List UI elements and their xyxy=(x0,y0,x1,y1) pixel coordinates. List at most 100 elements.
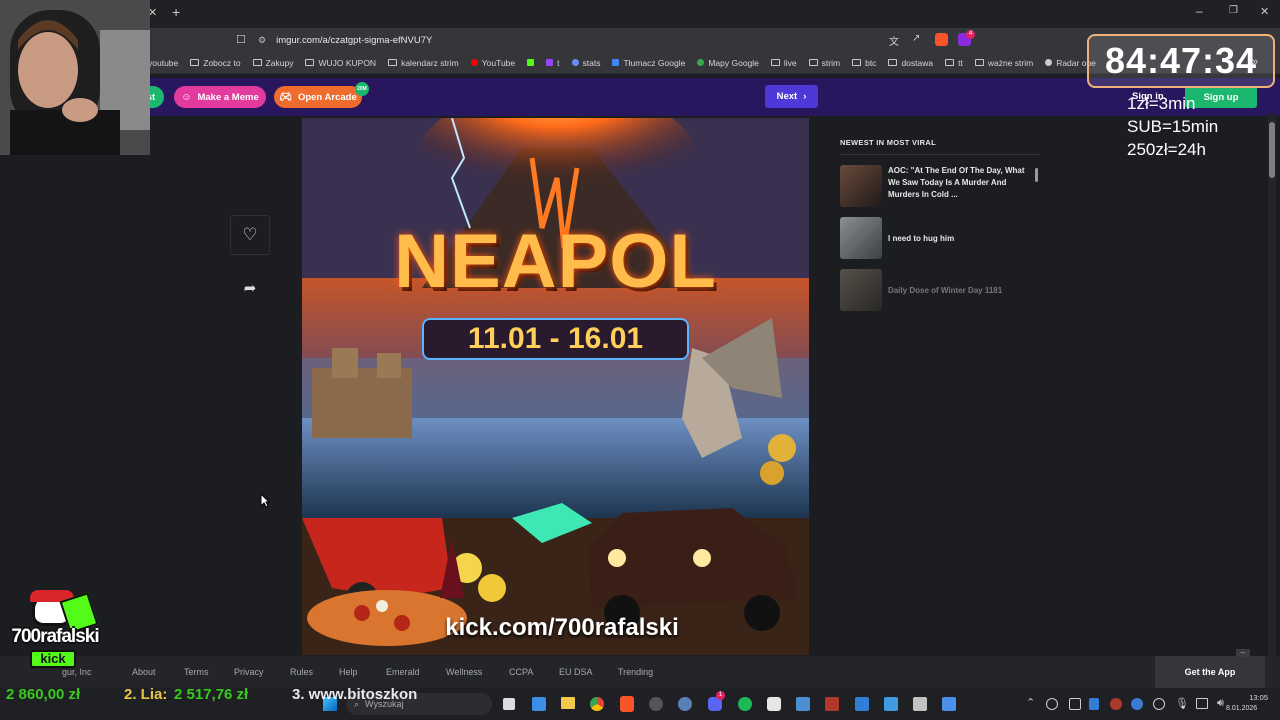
folder-icon xyxy=(945,59,955,66)
page-scrollbar[interactable] xyxy=(1268,114,1276,658)
bluetooth-icon[interactable] xyxy=(1089,698,1099,710)
bookmark-tt[interactable]: tt xyxy=(945,58,963,68)
open-arcade-button[interactable]: 🎮︎ Open Arcade xyxy=(274,86,362,108)
brave-shield-icon[interactable] xyxy=(935,33,948,46)
footer-link-ccpa[interactable]: CCPA xyxy=(509,667,533,677)
obs-icon[interactable] xyxy=(649,697,663,711)
tray-icon[interactable] xyxy=(1153,698,1165,710)
app-icon-2[interactable] xyxy=(767,697,781,711)
folder-icon xyxy=(888,59,898,66)
bookmark-youtube-2[interactable]: YouTube xyxy=(470,57,516,68)
app-icon-4[interactable] xyxy=(825,697,839,711)
poster-dates: 11.01 - 16.01 xyxy=(422,318,689,360)
bookmark-kalendarz-strim[interactable]: kalendarz strim xyxy=(388,58,459,68)
bookmark-zobocz-to[interactable]: Zobocz to xyxy=(190,57,241,68)
footer-link-terms[interactable]: Terms xyxy=(184,667,209,677)
bookmark-dostawa[interactable]: dostawa xyxy=(888,58,933,68)
streamer-webcam-image xyxy=(0,0,150,155)
clock-time[interactable]: 13:05 xyxy=(1240,693,1268,702)
make-meme-button[interactable]: ☺ Make a Meme xyxy=(174,86,266,108)
bookmark-live[interactable]: live xyxy=(770,58,797,68)
app-icon-7[interactable] xyxy=(942,697,956,711)
sidebar-post[interactable]: I need to hug him xyxy=(840,217,1040,269)
minimize-icon[interactable]: – xyxy=(1196,4,1203,18)
bookmark-tlumacz[interactable]: Tłumacz Google xyxy=(612,58,685,68)
favorite-button[interactable]: ♡ xyxy=(230,215,270,255)
footer-link-eu-dsa[interactable]: EU DSA xyxy=(559,667,593,677)
stats-icon xyxy=(571,59,579,66)
footer-link-emerald[interactable]: Emerald xyxy=(386,667,420,677)
post-title: AOC: "At The End Of The Day, What We Saw… xyxy=(888,166,1025,199)
notepad-icon[interactable] xyxy=(884,697,898,711)
new-tab-icon[interactable]: + xyxy=(172,4,180,20)
share-button[interactable]: ➦ xyxy=(230,270,270,306)
footer-link-help[interactable]: Help xyxy=(339,667,358,677)
bookmark-zakupy[interactable]: Zakupy xyxy=(252,58,293,68)
tray-chevron-icon[interactable]: ⌃ xyxy=(1026,696,1035,709)
bookmark-mapy[interactable]: Mapy Google xyxy=(697,58,759,68)
bookmark-kick[interactable] xyxy=(527,59,535,66)
collapse-footer-icon[interactable]: – xyxy=(1236,649,1250,657)
site-info-icon[interactable]: ⚙ xyxy=(258,35,266,46)
logo-text: 700rafalski xyxy=(11,626,99,647)
window-close-icon[interactable]: ✕ xyxy=(1260,5,1269,18)
footer-link-wellness[interactable]: Wellness xyxy=(446,667,482,677)
tray-icon[interactable] xyxy=(1046,698,1058,710)
button-label: Make a Meme xyxy=(197,91,259,103)
footer-link-rules[interactable]: Rules xyxy=(290,667,313,677)
bookmark-youtube[interactable]: youtube xyxy=(148,58,178,68)
imgur-footer: gur, Inc About Terms Privacy Rules Help … xyxy=(0,649,1280,688)
spotify-icon[interactable] xyxy=(738,697,752,711)
next-button[interactable]: Next › xyxy=(765,85,818,108)
app-icon-3[interactable] xyxy=(796,697,810,711)
sidebar-post[interactable]: Daily Dose of Winter Day 1181 xyxy=(840,269,1040,321)
footer-link-trending[interactable]: Trending xyxy=(618,667,653,677)
mouse-cursor-icon xyxy=(260,493,270,508)
restore-icon[interactable]: ❐ xyxy=(1229,5,1238,16)
subathon-rules: 1zł=3min SUB=15min 250zł=24h xyxy=(1127,92,1277,161)
translate-icon[interactable]: 文 xyxy=(889,33,899,48)
tray-icon[interactable] xyxy=(1131,698,1143,710)
poster-art xyxy=(302,118,809,655)
subathon-timer: 84:47:34 xyxy=(1087,34,1275,88)
share-icon[interactable]: ↗ xyxy=(912,33,920,44)
kick-icon xyxy=(527,59,535,66)
bookmark-btc[interactable]: btc xyxy=(852,58,876,68)
app-icon-5[interactable] xyxy=(855,697,869,711)
bookmark-label: YouTube xyxy=(481,57,516,68)
clock-date[interactable]: 8.01.2026 xyxy=(1226,705,1257,712)
chrome-icon[interactable] xyxy=(590,697,604,711)
bookmark-strim[interactable]: strim xyxy=(808,58,840,68)
display-icon[interactable] xyxy=(1196,698,1208,709)
bookmark-wazne-strim[interactable]: ważne strim xyxy=(974,58,1033,68)
sidebar-post[interactable]: AOC: "At The End Of The Day, What We Saw… xyxy=(840,165,1040,217)
bookmark-icon[interactable]: ☐ xyxy=(236,33,246,46)
bookmark-t[interactable]: t xyxy=(546,58,560,68)
get-app-button[interactable]: Get the App xyxy=(1155,656,1265,688)
sidebar-heading: NEWEST IN MOST VIRAL xyxy=(840,138,1040,155)
poster-kick-link: kick.com/700rafalski xyxy=(445,614,679,641)
bookmark-wujo-kupon[interactable]: WUJO KUPON xyxy=(305,58,376,68)
app-icon[interactable] xyxy=(678,697,692,711)
button-label: Get the App xyxy=(1184,667,1236,677)
tray-icon[interactable] xyxy=(1110,698,1122,710)
ranking-entry: 2 860,00 zł xyxy=(6,686,81,703)
microphone-icon[interactable]: 🎙︎ xyxy=(1175,697,1189,710)
address-bar[interactable]: ⚙ imgur.com/a/czatgpt-sigma-efNVU7Y xyxy=(258,32,978,48)
post-image[interactable]: NEAPOL 11.01 - 16.01 kick.com/700rafalsk… xyxy=(302,118,809,655)
file-explorer-icon[interactable] xyxy=(561,697,575,709)
footer-link-about[interactable]: About xyxy=(132,667,156,677)
app-icon-6[interactable] xyxy=(913,697,927,711)
google-maps-icon xyxy=(697,59,705,66)
tray-icon[interactable] xyxy=(1069,698,1081,710)
post-title: Daily Dose of Winter Day 1181 xyxy=(888,286,1003,295)
bookmark-stats[interactable]: stats xyxy=(571,58,600,68)
widgets-icon[interactable] xyxy=(532,697,546,711)
bookmark-label: btc xyxy=(865,57,877,68)
footer-link-privacy[interactable]: Privacy xyxy=(234,667,264,677)
youtube-icon xyxy=(470,59,478,66)
brave-icon[interactable] xyxy=(620,696,634,712)
volume-icon[interactable]: 🔊︎ xyxy=(1217,697,1224,710)
task-view-icon[interactable] xyxy=(503,698,515,710)
bookmark-label: Zobocz to xyxy=(203,57,241,68)
